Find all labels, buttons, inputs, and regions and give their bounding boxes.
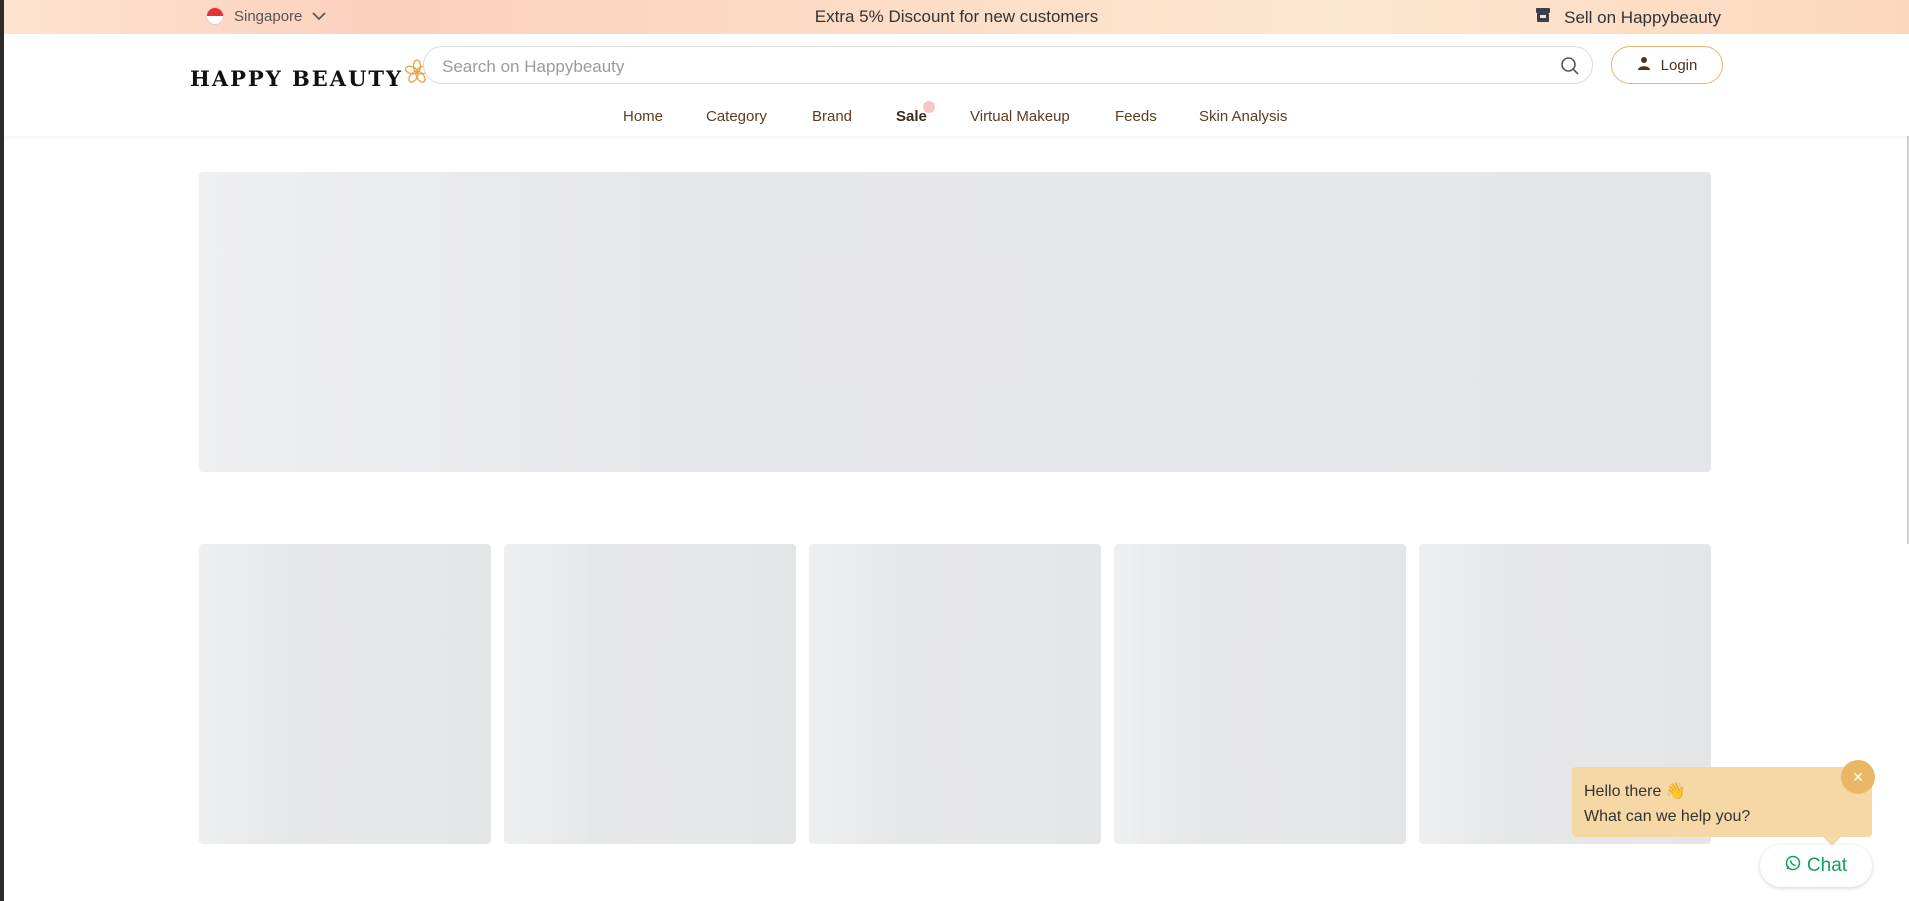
nav-item-sale[interactable]: Sale <box>896 108 927 125</box>
login-button[interactable]: Login <box>1611 46 1723 84</box>
chat-button[interactable]: Chat <box>1760 845 1872 887</box>
nav-item-virtual-makeup[interactable]: Virtual Makeup <box>970 108 1070 125</box>
chat-label: Chat <box>1806 855 1848 876</box>
user-icon <box>1637 56 1651 74</box>
chat-greeting-line1: Hello there 👋 <box>1584 783 1686 800</box>
nav-item-feeds[interactable]: Feeds <box>1115 108 1157 125</box>
card-placeholder <box>809 544 1101 844</box>
search-icon[interactable] <box>1560 56 1580 81</box>
login-label: Login <box>1660 56 1698 74</box>
sale-badge-dot <box>923 101 935 113</box>
nav-item-skin-analysis[interactable]: Skin Analysis <box>1199 108 1287 125</box>
whatsapp-icon <box>1785 855 1801 877</box>
card-placeholder <box>504 544 796 844</box>
nav-item-category[interactable]: Category <box>706 108 767 125</box>
nav-item-brand[interactable]: Brand <box>812 108 852 125</box>
logo[interactable]: HAPPY BEAUTY <box>190 46 431 91</box>
search-bar[interactable] <box>423 46 1593 84</box>
logo-text: HAPPY BEAUTY <box>190 66 403 91</box>
sell-label: Sell on Happybeauty <box>1564 7 1721 27</box>
chat-greeting-line2: What can we help you? <box>1584 808 1751 825</box>
search-input[interactable] <box>440 56 1544 78</box>
card-placeholder <box>1114 544 1406 844</box>
card-placeholder <box>199 544 491 844</box>
close-icon: × <box>1852 767 1864 787</box>
promo-bar: Singapore Extra 5% Discount for new cust… <box>4 0 1909 34</box>
close-chat-bubble-button[interactable]: × <box>1841 760 1875 794</box>
store-icon <box>1534 6 1552 29</box>
site-header: HAPPY BEAUTY Search on Happybeauty Login <box>4 34 1909 99</box>
banner-placeholder <box>199 172 1711 472</box>
nav-item-home[interactable]: Home <box>623 108 663 125</box>
chat-greeting-bubble: Hello there 👋 What can we help you? <box>1572 767 1872 837</box>
sell-link[interactable]: Sell on Happybeauty <box>1534 6 1721 29</box>
main-nav: Home Category Brand Sale Virtual Makeup … <box>4 98 1909 136</box>
